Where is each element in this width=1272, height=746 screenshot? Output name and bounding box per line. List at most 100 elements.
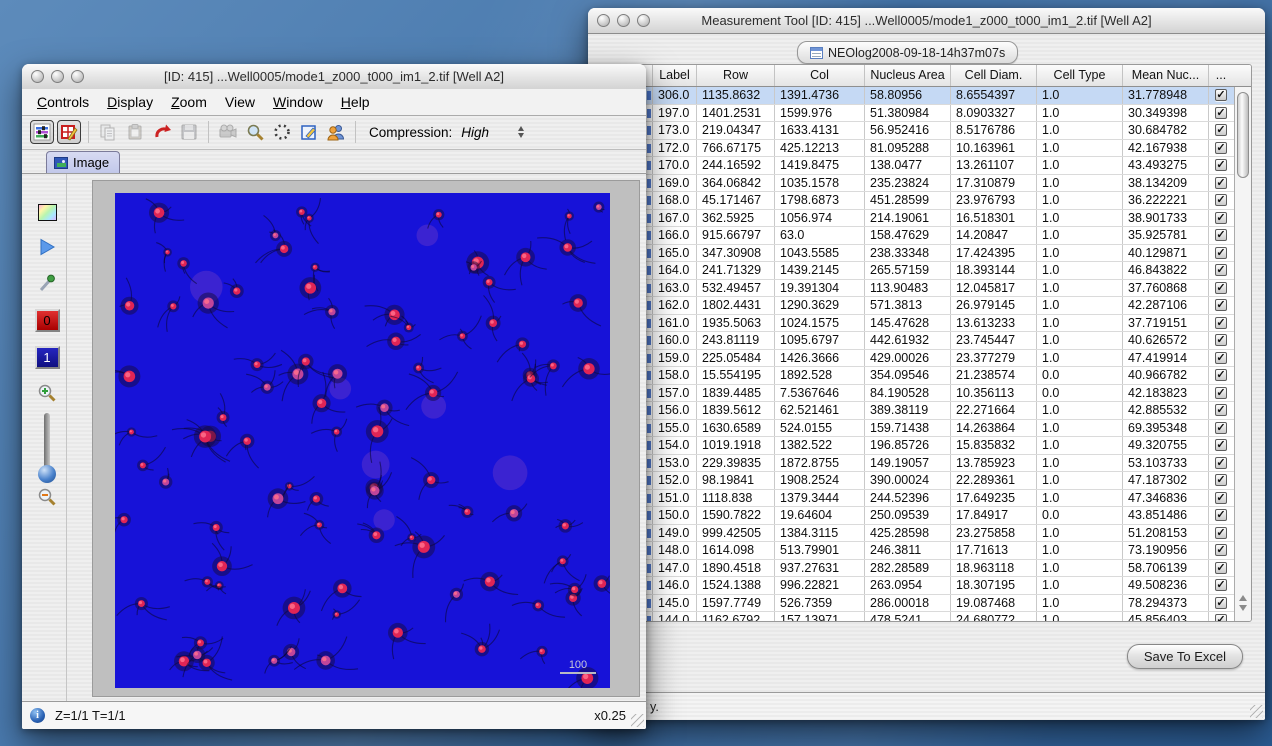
zoom-button[interactable] (637, 14, 650, 27)
row-checkbox[interactable]: ✓ (1215, 124, 1227, 136)
table-row[interactable]: 165.0347.309081043.5585238.3334817.42439… (599, 245, 1234, 263)
table-row[interactable]: 146.01524.1388996.22821263.095418.307195… (599, 577, 1234, 595)
row-checkbox[interactable]: ✓ (1215, 404, 1227, 416)
row-checkbox[interactable]: ✓ (1215, 142, 1227, 154)
table-row[interactable]: 152.098.198411908.2524390.0002422.289361… (599, 472, 1234, 490)
table-row[interactable]: 158.015.5541951892.528354.0954621.238574… (599, 367, 1234, 385)
table-row[interactable]: 149.0999.425051384.3115425.2859823.27585… (599, 525, 1234, 543)
zoom-button[interactable] (71, 70, 84, 83)
menu-item-window[interactable]: Window (264, 94, 332, 110)
row-checkbox[interactable]: ✓ (1215, 334, 1227, 346)
annotation-button[interactable] (57, 120, 81, 144)
save-to-excel-button[interactable]: Save To Excel (1127, 644, 1243, 669)
column-header[interactable]: Row (697, 65, 775, 86)
row-checkbox[interactable]: ✓ (1215, 387, 1227, 399)
table-row[interactable]: 162.01802.44311290.3629571.381326.979145… (599, 297, 1234, 315)
users-button[interactable] (324, 120, 348, 144)
table-row[interactable]: 163.0532.4945719.391304113.9048312.04581… (599, 280, 1234, 298)
table-row[interactable]: 148.01614.098513.79901246.381117.716131.… (599, 542, 1234, 560)
table-row[interactable]: 172.0766.67175425.1221381.09528810.16396… (599, 140, 1234, 158)
row-checkbox[interactable]: ✓ (1215, 492, 1227, 504)
table-row[interactable]: 197.01401.25311599.97651.3809848.0903327… (599, 105, 1234, 123)
row-checkbox[interactable]: ✓ (1215, 317, 1227, 329)
undo-button[interactable] (150, 120, 174, 144)
resize-grip[interactable] (631, 714, 644, 727)
resize-grip[interactable] (1250, 705, 1263, 718)
column-header[interactable]: Col (775, 65, 865, 86)
row-checkbox[interactable]: ✓ (1215, 579, 1227, 591)
table-row[interactable]: 144.01162.6792157.13971478.524124.680772… (599, 612, 1234, 621)
column-header[interactable]: Cell Diam. (951, 65, 1037, 86)
column-header[interactable]: Cell Type (1037, 65, 1123, 86)
scroll-down-arrow[interactable] (1239, 605, 1247, 611)
row-checkbox[interactable]: ✓ (1215, 212, 1227, 224)
menu-item-help[interactable]: Help (332, 94, 379, 110)
row-checkbox[interactable]: ✓ (1215, 544, 1227, 556)
compression-stepper[interactable] (518, 126, 524, 138)
table-row[interactable]: 166.0915.6679763.0158.4762914.208471.035… (599, 227, 1234, 245)
row-checkbox[interactable]: ✓ (1215, 562, 1227, 574)
table-row[interactable]: 145.01597.7749526.7359286.0001819.087468… (599, 595, 1234, 613)
menu-item-view[interactable]: View (216, 94, 264, 110)
vertical-scrollbar[interactable] (1234, 87, 1251, 621)
minimize-button[interactable] (51, 70, 64, 83)
column-header[interactable]: Label (653, 65, 697, 86)
menu-item-zoom[interactable]: Zoom (162, 94, 216, 110)
row-checkbox[interactable]: ✓ (1215, 264, 1227, 276)
channel-0-button[interactable]: 0 (35, 309, 60, 332)
column-header[interactable]: Nucleus Area (865, 65, 951, 86)
measurement-titlebar[interactable]: Measurement Tool [ID: 415] ...Well0005/m… (588, 8, 1265, 34)
table-row[interactable]: 156.01839.561262.521461389.3811922.27166… (599, 402, 1234, 420)
column-header-overflow[interactable]: ... (1209, 65, 1233, 86)
play-button[interactable] (37, 237, 57, 257)
viewer-titlebar[interactable]: [ID: 415] ...Well0005/mode1_z000_t000_im… (22, 64, 646, 90)
microscopy-image[interactable]: 100 (115, 193, 610, 688)
scrollbar-thumb[interactable] (1237, 92, 1249, 178)
channel-1-button[interactable]: 1 (35, 346, 60, 369)
row-checkbox[interactable]: ✓ (1215, 509, 1227, 521)
edit-button[interactable] (297, 120, 321, 144)
table-row[interactable]: 147.01890.4518937.27631282.2858918.96311… (599, 560, 1234, 578)
row-checkbox[interactable]: ✓ (1215, 474, 1227, 486)
row-checkbox[interactable]: ✓ (1215, 369, 1227, 381)
table-row[interactable]: 160.0243.811191095.6797442.6193223.74544… (599, 332, 1234, 350)
table-row[interactable]: 164.0241.713291439.2145265.5715918.39314… (599, 262, 1234, 280)
display-settings-button[interactable] (30, 120, 54, 144)
info-icon[interactable]: i (30, 708, 45, 723)
paste-button[interactable] (123, 120, 147, 144)
close-button[interactable] (597, 14, 610, 27)
table-row[interactable]: 157.01839.44857.536764684.19052810.35611… (599, 385, 1234, 403)
row-checkbox[interactable]: ✓ (1215, 89, 1227, 101)
row-checkbox[interactable]: ✓ (1215, 352, 1227, 364)
minimize-button[interactable] (617, 14, 630, 27)
table-row[interactable]: 154.01019.19181382.522196.8572615.835832… (599, 437, 1234, 455)
tab-image[interactable]: Image (46, 151, 120, 173)
table-row[interactable]: 159.0225.054841426.3666429.0002623.37727… (599, 350, 1234, 368)
row-checkbox[interactable]: ✓ (1215, 282, 1227, 294)
save-button[interactable] (177, 120, 201, 144)
row-checkbox[interactable]: ✓ (1215, 194, 1227, 206)
table-row[interactable]: 155.01630.6589524.0155159.7143814.263864… (599, 420, 1234, 438)
menu-item-controls[interactable]: Controls (28, 94, 98, 110)
table-row[interactable]: 173.0219.043471633.413156.9524168.517678… (599, 122, 1234, 140)
scroll-up-arrow[interactable] (1239, 595, 1247, 601)
column-header[interactable]: Mean Nuc... (1123, 65, 1209, 86)
brightness-slider[interactable] (38, 413, 56, 485)
row-checkbox[interactable]: ✓ (1215, 107, 1227, 119)
table-row[interactable]: 170.0244.165921419.8475138.047713.261107… (599, 157, 1234, 175)
eyedropper-button[interactable] (37, 273, 57, 293)
table-row[interactable]: 161.01935.50631024.1575145.4762813.61323… (599, 315, 1234, 333)
table-row[interactable]: 168.045.1714671798.6873451.2859923.97679… (599, 192, 1234, 210)
table-row[interactable]: 153.0229.398351872.8755149.1905713.78592… (599, 455, 1234, 473)
row-checkbox[interactable]: ✓ (1215, 247, 1227, 259)
zoom-in-button[interactable] (37, 383, 57, 403)
row-checkbox[interactable]: ✓ (1215, 422, 1227, 434)
table-row[interactable]: 306.01135.86321391.473658.809568.6554397… (599, 87, 1234, 105)
table-row[interactable]: 150.01590.782219.64604250.0953917.849170… (599, 507, 1234, 525)
row-checkbox[interactable]: ✓ (1215, 439, 1227, 451)
table-row[interactable]: 169.0364.068421035.1578235.2382417.31087… (599, 175, 1234, 193)
row-checkbox[interactable]: ✓ (1215, 527, 1227, 539)
row-checkbox[interactable]: ✓ (1215, 457, 1227, 469)
find-button[interactable] (243, 120, 267, 144)
menu-item-display[interactable]: Display (98, 94, 162, 110)
